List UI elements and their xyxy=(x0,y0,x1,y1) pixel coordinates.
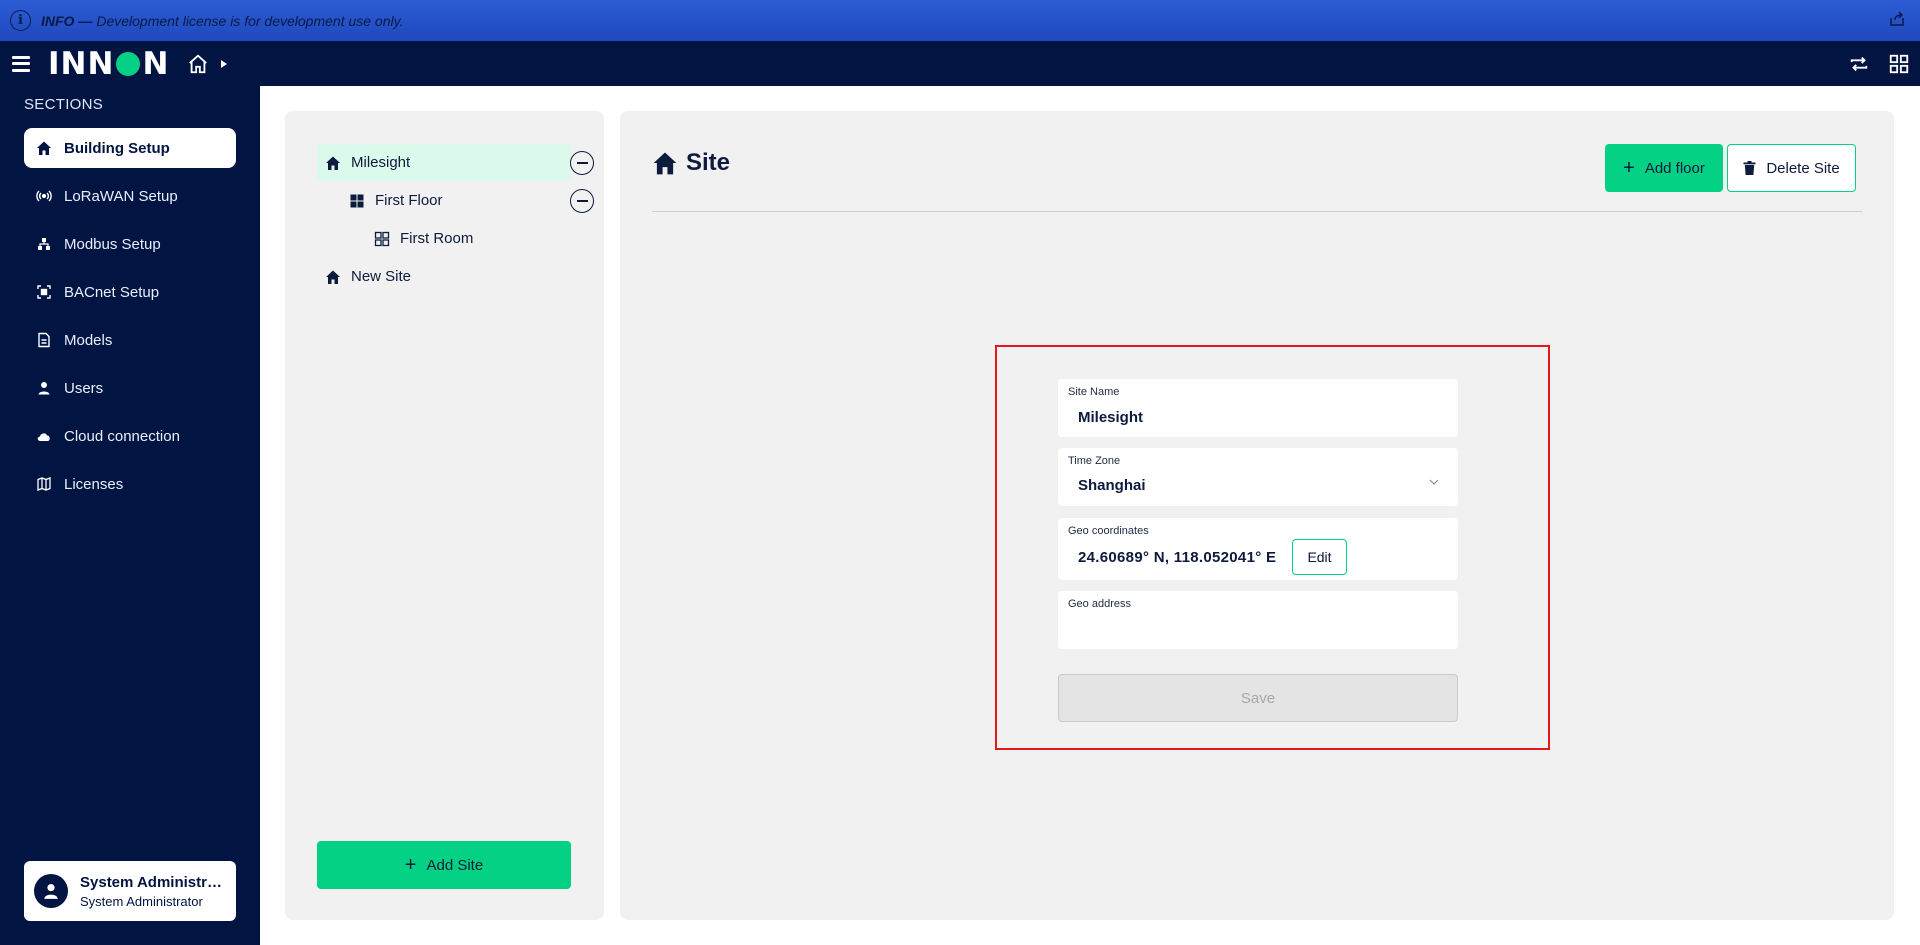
user-icon xyxy=(36,380,52,396)
time-zone-value[interactable]: Shanghai xyxy=(1078,477,1146,494)
sidebar-item-users[interactable]: Users xyxy=(24,368,236,408)
user-name: System Administrator xyxy=(80,873,225,891)
sidebar-item-label: LoRaWAN Setup xyxy=(64,187,178,205)
banner-message: Development license is for development u… xyxy=(96,12,404,29)
tree-item-room[interactable]: First Room xyxy=(374,220,473,257)
map-icon xyxy=(36,476,52,492)
plus-icon: + xyxy=(1623,157,1635,179)
user-info: System Administrator System Administrato… xyxy=(80,874,225,909)
trash-icon xyxy=(1743,161,1756,175)
sidebar-item-cloud-connection[interactable]: Cloud connection xyxy=(24,416,236,456)
page-title-text: Site xyxy=(686,149,731,176)
tree-item-label: First Room xyxy=(400,230,474,247)
scan-icon xyxy=(36,284,52,300)
sidebar-item-label: Users xyxy=(64,379,104,397)
geo-address-label: Geo address xyxy=(1068,598,1131,610)
sync-icon[interactable] xyxy=(1848,53,1870,75)
menu-icon[interactable] xyxy=(12,55,30,72)
sidebar-item-label: Building Setup xyxy=(64,139,170,157)
breadcrumb-caret-icon[interactable] xyxy=(221,59,228,68)
sidebar-item-label: BACnet Setup xyxy=(64,283,160,301)
page-title: Site xyxy=(652,149,730,177)
network-icon xyxy=(36,236,52,252)
sidebar-item-bacnet-setup[interactable]: BACnet Setup xyxy=(24,272,236,312)
logo-dot xyxy=(116,51,141,76)
geo-coordinates-value: 24.60689° N, 118.052041° E xyxy=(1078,549,1277,566)
site-name-field[interactable]: Site Name Milesight xyxy=(1058,379,1458,437)
sidebar-item-label: Models xyxy=(64,331,113,349)
sidebar-item-lorawan-setup[interactable]: LoRaWAN Setup xyxy=(24,176,236,216)
add-site-button[interactable]: + Add Site xyxy=(317,841,571,889)
tree-item-label: First Floor xyxy=(375,192,443,209)
collapse-site-button[interactable] xyxy=(570,151,594,175)
tree-item-label: New Site xyxy=(351,268,412,285)
room-icon xyxy=(374,231,390,246)
tree-item-floor[interactable]: First Floor xyxy=(349,182,443,219)
share-icon[interactable] xyxy=(1888,10,1906,28)
sidebar-nav: Building Setup LoRaWAN Setup Modbus Setu… xyxy=(24,128,236,512)
sidebar-item-label: Modbus Setup xyxy=(64,235,161,253)
logo: INN N xyxy=(48,46,169,82)
home-icon xyxy=(326,270,340,284)
sidebar-item-building-setup[interactable]: Building Setup xyxy=(24,128,236,168)
sidebar-item-modbus-setup[interactable]: Modbus Setup xyxy=(24,224,236,264)
sidebar-item-models[interactable]: Models xyxy=(24,320,236,360)
cloud-icon xyxy=(36,428,52,444)
geo-address-field[interactable]: Geo address xyxy=(1058,591,1458,649)
add-floor-label: Add floor xyxy=(1644,159,1705,177)
site-form: Site Name Milesight Time Zone Shanghai G… xyxy=(995,345,1550,750)
delete-site-button[interactable]: Delete Site xyxy=(1727,144,1856,192)
site-tree-panel: Milesight First Floor First Room New Sit… xyxy=(285,111,604,920)
sidebar-item-label: Licenses xyxy=(64,475,124,493)
geo-coordinates-label: Geo coordinates xyxy=(1068,525,1149,537)
tree-item-site-milesight[interactable]: Milesight xyxy=(317,144,571,181)
sidebar-item-licenses[interactable]: Licenses xyxy=(24,464,236,504)
sidebar: SECTIONS Building Setup LoRaWAN Setup Mo… xyxy=(0,86,260,945)
save-button[interactable]: Save xyxy=(1058,674,1458,722)
user-icon xyxy=(44,884,58,899)
tree-item-site-new[interactable]: New Site xyxy=(325,258,411,295)
divider xyxy=(652,211,1862,212)
sections-title: SECTIONS xyxy=(24,96,104,113)
tree-item-label: Milesight xyxy=(351,154,411,171)
banner-label: INFO — xyxy=(41,12,93,29)
chevron-down-icon[interactable] xyxy=(1428,476,1440,488)
site-name-value[interactable]: Milesight xyxy=(1078,409,1143,426)
time-zone-select[interactable]: Time Zone Shanghai xyxy=(1058,448,1458,506)
delete-site-label: Delete Site xyxy=(1766,159,1840,177)
top-bar: INN N xyxy=(0,41,1920,86)
avatar xyxy=(34,874,68,908)
main-area: Milesight First Floor First Room New Sit… xyxy=(260,86,1920,945)
time-zone-label: Time Zone xyxy=(1068,455,1121,467)
site-name-label: Site Name xyxy=(1068,386,1120,398)
floor-icon xyxy=(350,194,364,207)
geo-coordinates-field: Geo coordinates 24.60689° N, 118.052041°… xyxy=(1058,518,1458,580)
home-icon[interactable] xyxy=(187,53,209,75)
user-card[interactable]: System Administrator System Administrato… xyxy=(24,861,236,921)
apps-grid-icon[interactable] xyxy=(1888,53,1910,75)
logo-text-end: N xyxy=(142,45,170,82)
home-icon xyxy=(653,152,677,175)
info-banner: i INFO — Development license is for deve… xyxy=(0,0,1920,41)
collapse-floor-button[interactable] xyxy=(570,189,594,213)
home-icon xyxy=(326,156,340,170)
home-icon xyxy=(36,140,52,156)
add-site-label: Add Site xyxy=(426,856,484,874)
info-icon: i xyxy=(10,10,31,31)
add-floor-button[interactable]: + Add floor xyxy=(1605,144,1723,192)
sidebar-item-label: Cloud connection xyxy=(64,427,180,445)
broadcast-icon xyxy=(36,188,52,204)
logo-text: INN xyxy=(48,45,115,82)
user-role: System Administrator xyxy=(80,893,203,909)
plus-icon: + xyxy=(404,854,417,876)
document-icon xyxy=(36,332,52,348)
edit-coordinates-button[interactable]: Edit xyxy=(1292,539,1347,575)
